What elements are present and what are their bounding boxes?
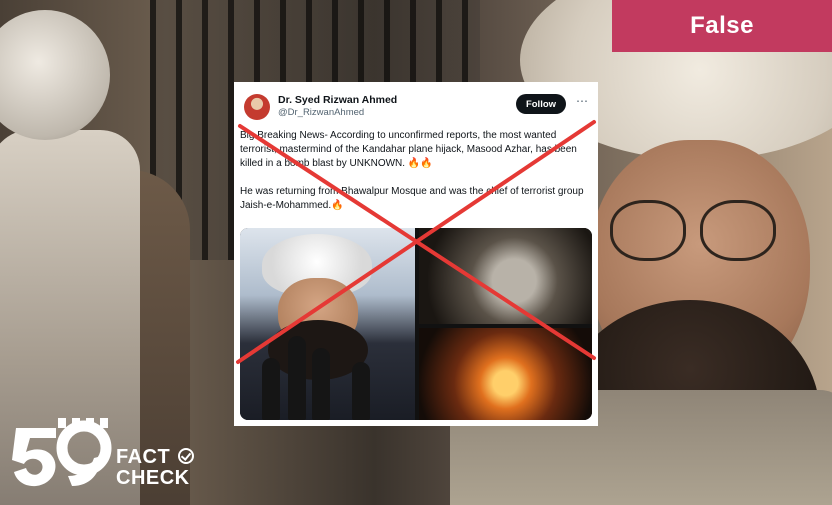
- verdict-badge: False: [612, 0, 832, 52]
- false-cross-mark: [236, 120, 596, 364]
- background-glasses-right: [700, 200, 776, 261]
- logo-text-check: CHECK: [116, 467, 190, 489]
- fact-check-logo: FACT CHECK: [12, 414, 194, 494]
- background-turban-left: [0, 10, 110, 140]
- logo-mark-icon: [12, 418, 112, 487]
- check-circle-icon: [178, 448, 194, 464]
- tweet-card: Dr. Syed Rizwan Ahmed @Dr_RizwanAhmed Fo…: [234, 82, 598, 426]
- logo-text-fact: FACT: [116, 446, 171, 468]
- background-glasses-left: [610, 200, 686, 261]
- verdict-label: False: [690, 12, 754, 39]
